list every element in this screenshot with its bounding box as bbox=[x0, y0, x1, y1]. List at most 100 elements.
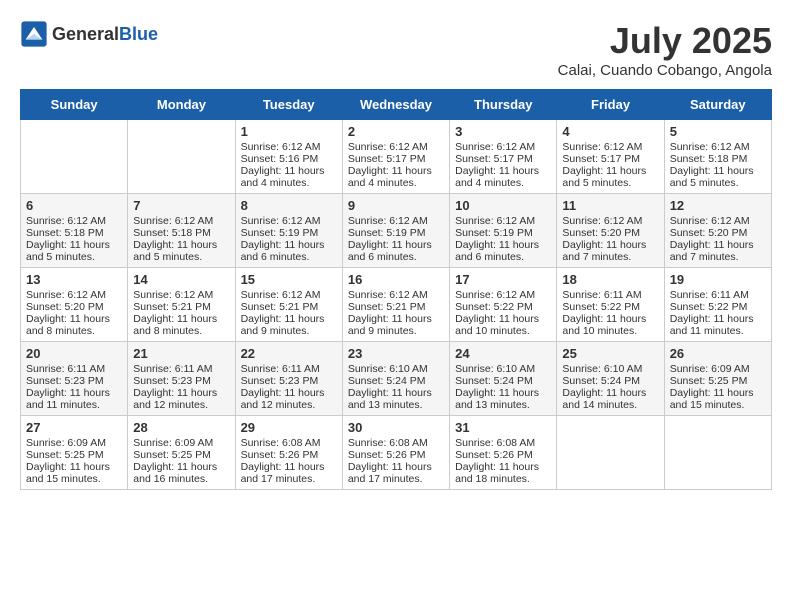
page-header: GeneralBlue July 2025 Calai, Cuando Coba… bbox=[20, 20, 772, 79]
day-info: Sunrise: 6:10 AM bbox=[348, 363, 444, 375]
day-info: Sunrise: 6:12 AM bbox=[241, 141, 337, 153]
day-info: Sunset: 5:24 PM bbox=[348, 375, 444, 387]
table-row: 21Sunrise: 6:11 AMSunset: 5:23 PMDayligh… bbox=[128, 342, 235, 416]
day-number: 8 bbox=[241, 198, 337, 213]
day-info: Sunset: 5:24 PM bbox=[562, 375, 658, 387]
day-number: 13 bbox=[26, 272, 122, 287]
logo-icon bbox=[20, 20, 48, 48]
table-row: 19Sunrise: 6:11 AMSunset: 5:22 PMDayligh… bbox=[664, 268, 771, 342]
day-info: Daylight: 11 hours and 14 minutes. bbox=[562, 387, 658, 411]
table-row: 12Sunrise: 6:12 AMSunset: 5:20 PMDayligh… bbox=[664, 194, 771, 268]
table-row: 23Sunrise: 6:10 AMSunset: 5:24 PMDayligh… bbox=[342, 342, 449, 416]
day-info: Sunrise: 6:12 AM bbox=[670, 141, 766, 153]
table-row: 25 Sunrise: 6:10 AMSunset: 5:24 PMDayligh… bbox=[557, 342, 664, 416]
day-number: 17 bbox=[455, 272, 551, 287]
day-info: Daylight: 11 hours and 4 minutes. bbox=[348, 165, 444, 189]
day-info: Sunrise: 6:11 AM bbox=[26, 363, 122, 375]
day-number: 3 bbox=[455, 124, 551, 139]
day-info: Daylight: 11 hours and 17 minutes. bbox=[241, 461, 337, 485]
day-info: Sunrise: 6:12 AM bbox=[133, 215, 229, 227]
col-thursday: Thursday bbox=[450, 90, 557, 120]
table-row: 5Sunrise: 6:12 AMSunset: 5:18 PMDaylight… bbox=[664, 120, 771, 194]
logo-text: GeneralBlue bbox=[52, 24, 158, 45]
table-row: 2Sunrise: 6:12 AMSunset: 5:17 PMDaylight… bbox=[342, 120, 449, 194]
day-info: Sunrise: 6:08 AM bbox=[348, 437, 444, 449]
day-info: Daylight: 11 hours and 17 minutes. bbox=[348, 461, 444, 485]
day-info: Daylight: 11 hours and 7 minutes. bbox=[562, 239, 658, 263]
table-row: 13Sunrise: 6:12 AMSunset: 5:20 PMDayligh… bbox=[21, 268, 128, 342]
day-info: Sunrise: 6:10 AM bbox=[562, 363, 658, 375]
day-info: Sunrise: 6:12 AM bbox=[348, 289, 444, 301]
calendar-week-row: 6Sunrise: 6:12 AMSunset: 5:18 PMDaylight… bbox=[21, 194, 772, 268]
day-info: Sunrise: 6:12 AM bbox=[348, 215, 444, 227]
table-row: 11 Sunrise: 6:12 AMSunset: 5:20 PMDayligh… bbox=[557, 194, 664, 268]
calendar-table: Sunday Monday Tuesday Wednesday Thursday… bbox=[20, 89, 772, 490]
location-subtitle: Calai, Cuando Cobango, Angola bbox=[558, 62, 772, 79]
day-info: Daylight: 11 hours and 18 minutes. bbox=[455, 461, 551, 485]
day-info: Sunset: 5:20 PM bbox=[26, 301, 122, 313]
day-number: 28 bbox=[133, 420, 229, 435]
day-number: 19 bbox=[670, 272, 766, 287]
day-info: Sunset: 5:20 PM bbox=[562, 227, 658, 239]
day-info: Sunset: 5:21 PM bbox=[133, 301, 229, 313]
day-info: Sunset: 5:23 PM bbox=[241, 375, 337, 387]
day-info: Sunrise: 6:11 AM bbox=[241, 363, 337, 375]
day-number: 4 bbox=[562, 124, 658, 139]
day-info: Daylight: 11 hours and 15 minutes. bbox=[26, 461, 122, 485]
table-row: 7Sunrise: 6:12 AMSunset: 5:18 PMDaylight… bbox=[128, 194, 235, 268]
day-info: Sunset: 5:25 PM bbox=[670, 375, 766, 387]
day-info: Daylight: 11 hours and 13 minutes. bbox=[455, 387, 551, 411]
day-number: 10 bbox=[455, 198, 551, 213]
day-number: 11 bbox=[562, 198, 658, 213]
day-info: Daylight: 11 hours and 6 minutes. bbox=[241, 239, 337, 263]
day-number: 12 bbox=[670, 198, 766, 213]
day-info: Daylight: 11 hours and 12 minutes. bbox=[241, 387, 337, 411]
day-info: Daylight: 11 hours and 11 minutes. bbox=[670, 313, 766, 337]
table-row bbox=[664, 416, 771, 490]
day-info: Sunset: 5:17 PM bbox=[348, 153, 444, 165]
table-row: 4Sunrise: 6:12 AMSunset: 5:17 PMDaylight… bbox=[557, 120, 664, 194]
day-info: Daylight: 11 hours and 7 minutes. bbox=[670, 239, 766, 263]
table-row: 24Sunrise: 6:10 AMSunset: 5:24 PMDayligh… bbox=[450, 342, 557, 416]
month-title: July 2025 bbox=[558, 20, 772, 62]
col-friday: Friday bbox=[557, 90, 664, 120]
table-row: 9Sunrise: 6:12 AMSunset: 5:19 PMDaylight… bbox=[342, 194, 449, 268]
day-info: Sunrise: 6:11 AM bbox=[562, 289, 658, 301]
day-info: Sunrise: 6:08 AM bbox=[241, 437, 337, 449]
day-number: 27 bbox=[26, 420, 122, 435]
day-info: Sunrise: 6:11 AM bbox=[670, 289, 766, 301]
col-tuesday: Tuesday bbox=[235, 90, 342, 120]
table-row: 31Sunrise: 6:08 AMSunset: 5:26 PMDayligh… bbox=[450, 416, 557, 490]
day-info: Sunrise: 6:12 AM bbox=[26, 289, 122, 301]
day-info: Daylight: 11 hours and 6 minutes. bbox=[455, 239, 551, 263]
day-info: Sunrise: 6:09 AM bbox=[670, 363, 766, 375]
table-row bbox=[21, 120, 128, 194]
day-info: Sunset: 5:19 PM bbox=[241, 227, 337, 239]
day-number: 16 bbox=[348, 272, 444, 287]
day-info: Daylight: 11 hours and 15 minutes. bbox=[670, 387, 766, 411]
table-row: 15Sunrise: 6:12 AMSunset: 5:21 PMDayligh… bbox=[235, 268, 342, 342]
day-info: Daylight: 11 hours and 8 minutes. bbox=[133, 313, 229, 337]
day-number: 22 bbox=[241, 346, 337, 361]
day-info: Sunrise: 6:08 AM bbox=[455, 437, 551, 449]
day-number: 15 bbox=[241, 272, 337, 287]
day-info: Sunset: 5:20 PM bbox=[670, 227, 766, 239]
day-info: Daylight: 11 hours and 4 minutes. bbox=[241, 165, 337, 189]
day-info: Sunset: 5:19 PM bbox=[455, 227, 551, 239]
table-row bbox=[128, 120, 235, 194]
day-info: Daylight: 11 hours and 4 minutes. bbox=[455, 165, 551, 189]
day-number: 21 bbox=[133, 346, 229, 361]
table-row bbox=[557, 416, 664, 490]
table-row: 17Sunrise: 6:12 AMSunset: 5:22 PMDayligh… bbox=[450, 268, 557, 342]
day-info: Sunrise: 6:12 AM bbox=[562, 215, 658, 227]
table-row: 26 Sunrise: 6:09 AMSunset: 5:25 PMDayligh… bbox=[664, 342, 771, 416]
table-row: 20Sunrise: 6:11 AMSunset: 5:23 PMDayligh… bbox=[21, 342, 128, 416]
day-number: 25 bbox=[562, 346, 658, 361]
title-section: July 2025 Calai, Cuando Cobango, Angola bbox=[558, 20, 772, 79]
day-info: Daylight: 11 hours and 13 minutes. bbox=[348, 387, 444, 411]
day-info: Sunrise: 6:09 AM bbox=[133, 437, 229, 449]
day-number: 26 bbox=[670, 346, 766, 361]
table-row: 30Sunrise: 6:08 AMSunset: 5:26 PMDayligh… bbox=[342, 416, 449, 490]
calendar-week-row: 27Sunrise: 6:09 AMSunset: 5:25 PMDayligh… bbox=[21, 416, 772, 490]
col-sunday: Sunday bbox=[21, 90, 128, 120]
